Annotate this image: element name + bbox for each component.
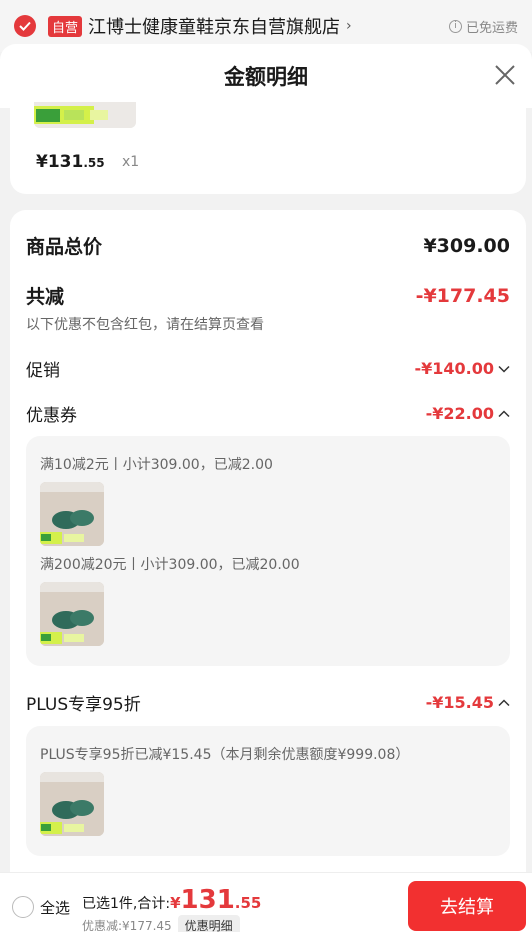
total-value: ¥309.00 <box>423 234 510 257</box>
shop-name-link[interactable]: 江博士健康童鞋京东自营旗舰店 <box>88 13 340 39</box>
chevron-down-icon <box>498 365 510 373</box>
free-shipping[interactable]: i 已免运费 <box>448 17 518 36</box>
reduce-row: 共减 -¥177.45 <box>26 282 510 309</box>
product-thumbnail[interactable] <box>40 772 104 836</box>
total-row: 商品总价 ¥309.00 <box>26 232 510 259</box>
plus-label: PLUS专享95折 <box>26 695 141 715</box>
chevron-right-icon: › <box>346 18 352 34</box>
reduce-label: 共减 <box>26 286 65 308</box>
free-shipping-label: 已免运费 <box>465 20 518 36</box>
product-thumbnail[interactable] <box>34 102 136 128</box>
chevron-up-icon <box>498 409 510 417</box>
item-quantity: x1 <box>122 154 140 170</box>
promo-value: -¥140.00 <box>414 359 494 378</box>
promo-row[interactable]: 促销 -¥140.00 <box>26 356 510 381</box>
coupon-line: 满200减20元丨小计309.00，已减20.00 <box>40 557 300 573</box>
product-thumbnail[interactable] <box>40 582 104 646</box>
sheet-title: 金额明细 <box>224 65 308 89</box>
total-amount-int: 131 <box>180 885 235 915</box>
item-price: ¥131.55 <box>36 152 105 172</box>
discount-summary: 优惠减:¥177.45 优惠明细 <box>82 915 240 932</box>
promo-value-wrap: -¥140.00 <box>414 359 510 378</box>
chevron-up-icon <box>498 698 510 706</box>
price-detail-card: 商品总价 ¥309.00 共减 -¥177.45 以下优惠不包含红包，请在结算页… <box>10 210 526 932</box>
plus-value: -¥15.45 <box>425 693 494 712</box>
total-label: 商品总价 <box>26 236 103 258</box>
shop-checkbox-icon[interactable] <box>14 15 36 37</box>
total-summary: 已选1件,合计: ¥ 131 .55 <box>82 887 261 913</box>
item-price-dec: .55 <box>83 156 105 170</box>
plus-note: PLUS专享95折已减¥15.45（本月剩余优惠额度¥999.08） <box>40 747 410 763</box>
plus-row[interactable]: PLUS专享95折 -¥15.45 <box>26 690 510 715</box>
total-amount-dec: .55 <box>234 894 262 912</box>
plus-detail-box: PLUS专享95折已减¥15.45（本月剩余优惠额度¥999.08） <box>26 726 510 856</box>
close-icon <box>495 65 515 85</box>
close-button[interactable] <box>494 64 516 86</box>
self-operated-badge: 自营 <box>48 15 83 37</box>
checkout-button[interactable]: 去结算 <box>408 881 526 931</box>
coupon-label: 优惠券 <box>26 406 77 426</box>
discount-detail-button[interactable]: 优惠明细 <box>177 915 240 932</box>
coupon-row[interactable]: 优惠券 -¥22.00 <box>26 401 510 426</box>
checkout-bar: 全选 已选1件,合计: ¥ 131 .55 优惠减:¥177.45 优惠明细 去… <box>0 872 532 932</box>
coupon-value: -¥22.00 <box>425 404 494 423</box>
red-packet-note: 以下优惠不包含红包，请在结算页查看 <box>26 317 264 333</box>
coupon-line: 满10减2元丨小计309.00，已减2.00 <box>40 457 273 473</box>
promo-label: 促销 <box>26 361 60 381</box>
selected-count: 已选1件,合计: <box>82 896 171 912</box>
product-thumbnail[interactable] <box>40 482 104 546</box>
coupon-value-wrap: -¥22.00 <box>426 404 510 423</box>
coupon-detail-box: 满10减2元丨小计309.00，已减2.00 满200减20元丨小计309.00… <box>26 436 510 666</box>
select-all-label[interactable]: 全选 <box>40 897 70 918</box>
reduce-value: -¥177.45 <box>415 284 510 307</box>
total-currency: ¥ <box>170 894 181 912</box>
discount-text: 优惠减:¥177.45 <box>82 919 172 932</box>
plus-value-wrap: -¥15.45 <box>426 693 510 712</box>
select-all-radio[interactable] <box>12 896 34 918</box>
info-icon: i <box>448 19 462 33</box>
amount-detail-sheet: 金额明细 ¥131.55 x1 商品总价 ¥309.00 共减 -¥177.45… <box>0 44 532 932</box>
sheet-header: 金额明细 <box>0 44 532 108</box>
item-price-int: ¥131 <box>36 152 84 172</box>
item-card: ¥131.55 x1 <box>10 102 526 194</box>
